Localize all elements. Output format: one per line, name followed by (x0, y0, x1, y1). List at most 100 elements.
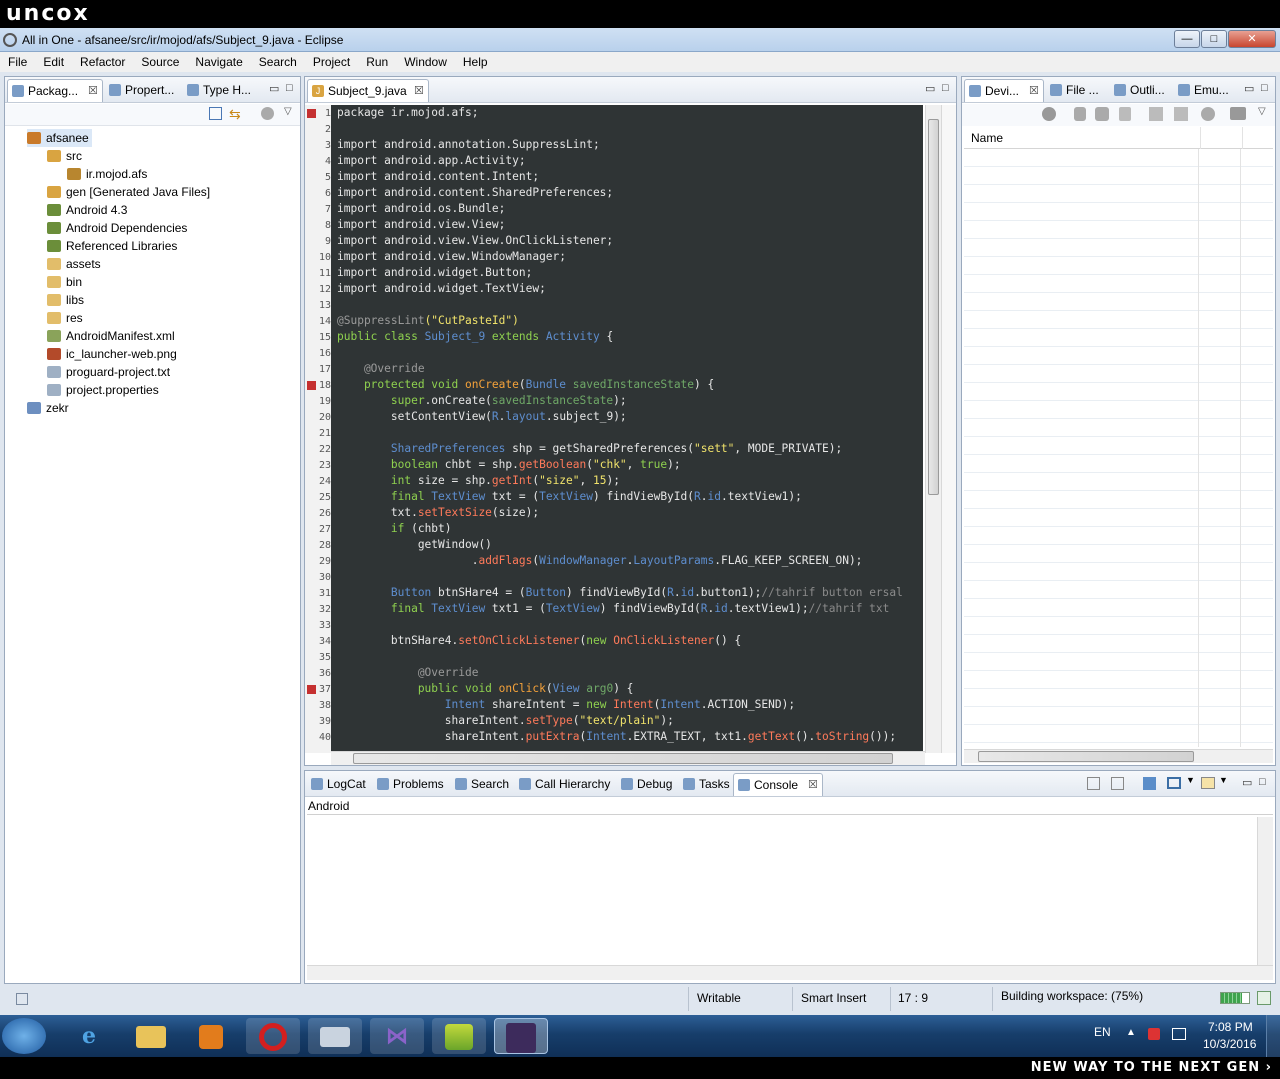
screen-capture-icon[interactable] (1230, 107, 1246, 120)
clear-console-icon[interactable] (1087, 777, 1100, 790)
start-orb[interactable] (2, 1018, 46, 1054)
menu-source[interactable]: Source (133, 55, 187, 69)
fast-view-icon[interactable] (16, 993, 28, 1005)
close-tab-icon[interactable]: ☒ (808, 774, 818, 796)
menu-edit[interactable]: Edit (35, 55, 72, 69)
collapse-all-icon[interactable] (209, 107, 222, 120)
scroll-thumb[interactable] (353, 753, 893, 764)
tree-item[interactable]: libs (47, 291, 84, 309)
tab-type-h[interactable]: Type H... (183, 79, 261, 102)
column-name[interactable]: Name (971, 131, 1003, 145)
tree-item[interactable]: src (47, 147, 82, 165)
tab-debug[interactable]: Debug (617, 773, 677, 796)
language-indicator[interactable]: EN (1094, 1025, 1111, 1039)
update-threads-icon[interactable] (1149, 107, 1163, 121)
devices-horizontal-scrollbar[interactable] (964, 749, 1273, 763)
opera-icon[interactable] (246, 1018, 300, 1054)
tree-item[interactable]: Referenced Libraries (47, 237, 177, 255)
tree-item[interactable]: zekr (27, 399, 69, 417)
console-vertical-scrollbar[interactable] (1257, 817, 1273, 965)
android-sdk-icon[interactable] (432, 1018, 486, 1054)
javaee-ide-icon[interactable] (494, 1018, 548, 1054)
maximize-button[interactable]: □ (1201, 30, 1227, 48)
minimize-view-icon[interactable]: ▭ (269, 82, 279, 95)
tab-tasks[interactable]: Tasks (679, 773, 731, 796)
tree-item[interactable]: gen [Generated Java Files] (47, 183, 210, 201)
pin-console-icon[interactable] (1143, 777, 1156, 790)
menu-search[interactable]: Search (251, 55, 305, 69)
keyboard-icon[interactable] (308, 1018, 362, 1054)
tab-emu[interactable]: Emu... (1174, 79, 1238, 102)
menu-window[interactable]: Window (396, 55, 455, 69)
tab-problems[interactable]: Problems (373, 773, 449, 796)
close-button[interactable]: ✕ (1228, 30, 1276, 48)
minimize-editor-icon[interactable]: ▭ (925, 82, 935, 95)
close-tab-icon[interactable]: ☒ (414, 80, 424, 102)
tab-devi[interactable]: Devi... ☒ (964, 79, 1044, 102)
dropdown-icon[interactable]: ▼ (1186, 775, 1195, 785)
explorer-icon[interactable] (124, 1018, 178, 1054)
minimize-view-icon[interactable]: ▭ (1244, 82, 1254, 95)
debug-process-icon[interactable] (1042, 107, 1056, 121)
minimize-view-icon[interactable]: ▭ (1242, 776, 1252, 789)
maximize-view-icon[interactable]: □ (286, 82, 293, 94)
tree-item[interactable]: proguard-project.txt (47, 363, 170, 381)
link-with-editor-icon[interactable]: ⇆ (229, 106, 241, 123)
tree-item[interactable]: project.properties (47, 381, 159, 399)
tree-item[interactable]: afsanee (27, 129, 92, 147)
editor-vertical-scrollbar[interactable] (925, 105, 941, 753)
minimize-button[interactable]: — (1174, 30, 1200, 48)
menu-help[interactable]: Help (455, 55, 496, 69)
visual-studio-icon[interactable]: ⋈ (370, 1018, 424, 1054)
media-player-icon[interactable] (184, 1018, 238, 1054)
tree-item[interactable]: res (47, 309, 83, 327)
tab-file[interactable]: File ... (1046, 79, 1108, 102)
tree-item[interactable]: Android Dependencies (47, 219, 187, 237)
tab-search[interactable]: Search (451, 773, 513, 796)
clock-date[interactable]: 10/3/2016 (1203, 1037, 1256, 1051)
dropdown-icon[interactable]: ▼ (1219, 775, 1228, 785)
tab-logcat[interactable]: LogCat (307, 773, 371, 796)
view-menu-icon[interactable]: ▽ (1258, 106, 1266, 117)
tree-item[interactable]: AndroidManifest.xml (47, 327, 175, 345)
tree-item[interactable]: bin (47, 273, 82, 291)
menu-run[interactable]: Run (358, 55, 396, 69)
action-center-icon[interactable] (1148, 1028, 1160, 1040)
show-desktop-button[interactable] (1266, 1015, 1280, 1057)
open-console-icon[interactable] (1201, 777, 1215, 789)
scroll-lock-icon[interactable] (1111, 777, 1124, 790)
display-console-icon[interactable] (1167, 777, 1181, 789)
scroll-thumb[interactable] (928, 119, 939, 495)
console-horizontal-scrollbar[interactable] (307, 965, 1273, 980)
menu-navigate[interactable]: Navigate (187, 55, 250, 69)
tab-console[interactable]: Console ☒ (733, 773, 823, 796)
update-heap-icon[interactable] (1074, 107, 1086, 121)
menu-refactor[interactable]: Refactor (72, 55, 133, 69)
close-tab-icon[interactable]: ☒ (88, 80, 98, 102)
tab-propert[interactable]: Propert... (105, 79, 181, 102)
view-menu-icon[interactable]: ▽ (284, 106, 292, 117)
start-profiling-icon[interactable] (1174, 107, 1188, 121)
tab-outli[interactable]: Outli... (1110, 79, 1172, 102)
network-icon[interactable] (1172, 1028, 1186, 1040)
menu-file[interactable]: File (0, 55, 35, 69)
focus-icon[interactable] (261, 107, 274, 120)
maximize-editor-icon[interactable]: □ (942, 82, 949, 94)
code-area[interactable]: package ir.mojod.afs; import android.anno… (331, 105, 923, 753)
maximize-view-icon[interactable]: □ (1259, 776, 1266, 788)
tree-item[interactable]: ic_launcher-web.png (47, 345, 177, 363)
close-tab-icon[interactable]: ☒ (1029, 80, 1039, 102)
scroll-thumb[interactable] (978, 751, 1194, 762)
show-hidden-icons-icon[interactable]: ▲ (1126, 1027, 1136, 1038)
tab-subject-9-java[interactable]: J Subject_9.java ☒ (307, 79, 429, 102)
tree-item[interactable]: assets (47, 255, 101, 273)
cause-gc-icon[interactable] (1119, 107, 1131, 121)
tab-call-hierarchy[interactable]: Call Hierarchy (515, 773, 615, 796)
stop-process-icon[interactable] (1201, 107, 1215, 121)
clock-time[interactable]: 7:08 PM (1208, 1020, 1253, 1034)
ie-icon[interactable]: e (62, 1018, 116, 1054)
menu-project[interactable]: Project (305, 55, 358, 69)
editor-horizontal-scrollbar[interactable] (331, 751, 925, 765)
tree-item[interactable]: ir.mojod.afs (67, 165, 147, 183)
dump-hprof-icon[interactable] (1095, 107, 1109, 121)
